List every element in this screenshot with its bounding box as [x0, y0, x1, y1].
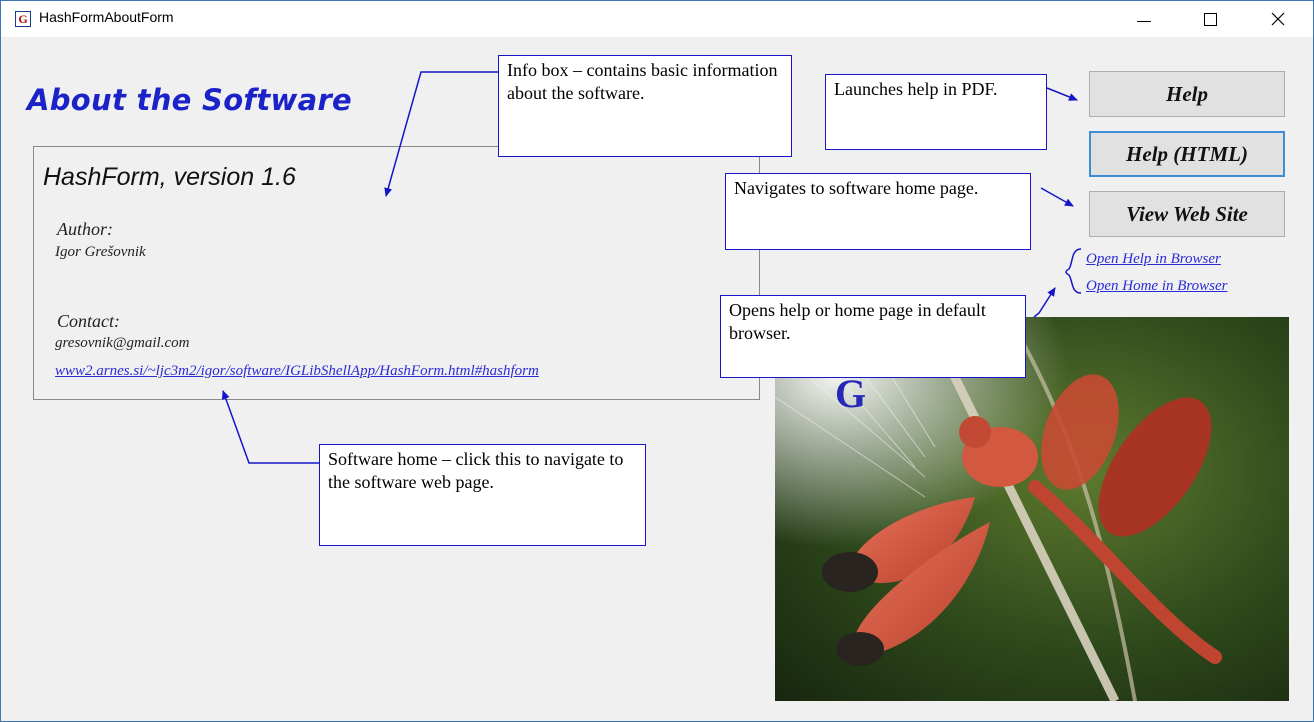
- callout-arrows: [221, 71, 1082, 464]
- about-window: G HashFormAboutForm About the Software H…: [0, 0, 1314, 722]
